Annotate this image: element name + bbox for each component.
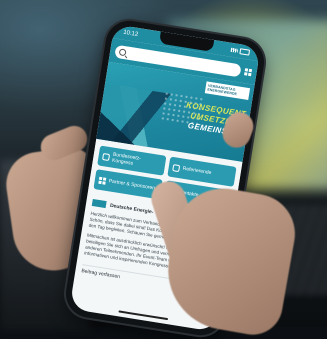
org-logo (91, 198, 107, 209)
org-name: Deutsche Energie- (109, 202, 154, 216)
home-indicator (118, 310, 169, 321)
menu-icon[interactable] (244, 67, 253, 76)
people-icon (172, 163, 181, 172)
photo-background: 10:12 VERBANDSTAG ENERGIEWENDE KONSEQUEN… (0, 0, 327, 339)
event-logo: VERBANDSTAG ENERGIEWENDE (204, 81, 251, 101)
status-icons (230, 47, 251, 56)
status-time: 10:12 (122, 29, 139, 38)
calendar-icon (102, 152, 111, 161)
grid-icon (98, 176, 107, 185)
signal-icon (230, 47, 239, 53)
battery-icon (239, 48, 251, 56)
search-icon (118, 47, 127, 56)
